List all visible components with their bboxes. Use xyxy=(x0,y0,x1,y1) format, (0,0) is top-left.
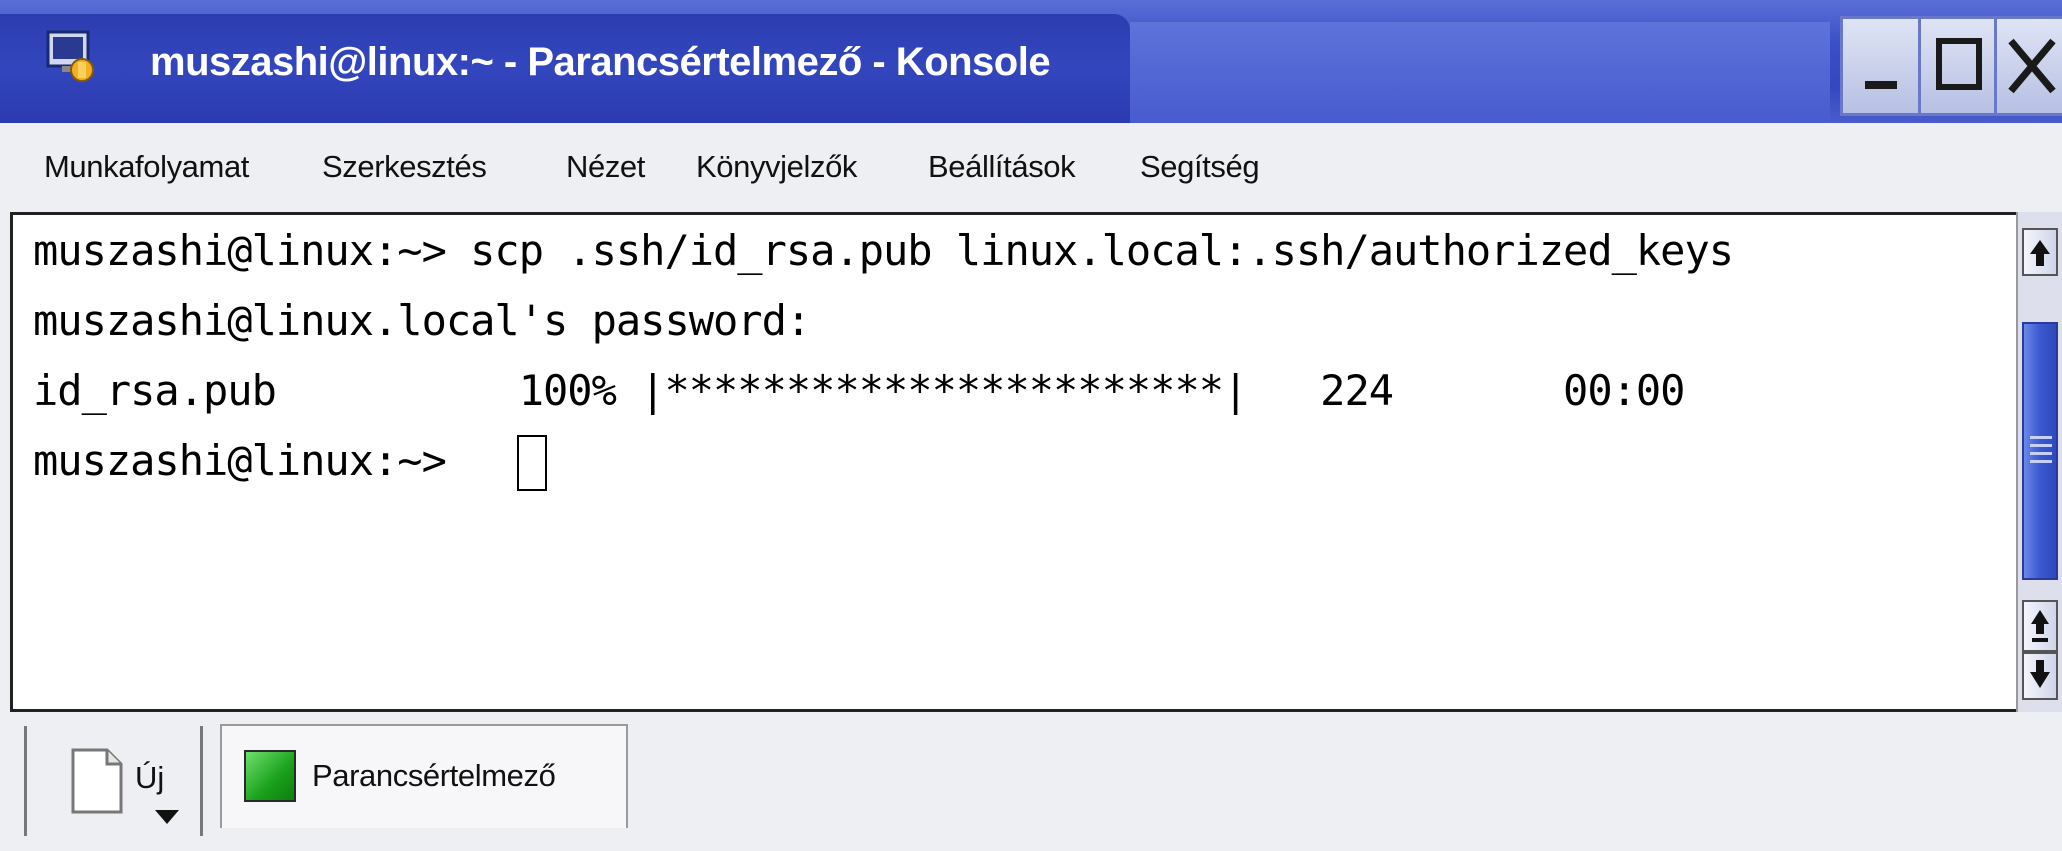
konsole-app-icon[interactable] xyxy=(42,28,98,84)
konsole-window: muszashi@linux:~ - Parancsértelmező - Ko… xyxy=(0,0,2062,851)
new-document-icon xyxy=(71,748,123,814)
scroll-up-small-button[interactable] xyxy=(2022,600,2058,652)
title-bar[interactable]: muszashi@linux:~ - Parancsértelmező - Ko… xyxy=(0,0,2062,123)
window-title: muszashi@linux:~ - Parancsértelmező - Ko… xyxy=(150,40,1051,84)
scroll-down-button[interactable] xyxy=(2022,652,2058,700)
arrow-down-icon xyxy=(2030,660,2050,688)
terminal-session-icon xyxy=(244,750,296,802)
new-session-label: Új xyxy=(135,760,165,795)
session-tab-bar: Új Parancsértelmező xyxy=(0,712,2062,851)
scroll-up-button[interactable] xyxy=(2022,228,2058,276)
new-session-button[interactable]: Új xyxy=(24,726,217,836)
scroll-grip-line xyxy=(2030,460,2052,463)
tab-parancsertelmezo[interactable]: Parancsértelmező xyxy=(220,724,628,828)
menu-bar: Munkafolyamat Szerkesztés Nézet Könyvjel… xyxy=(0,123,2062,209)
menu-nezet[interactable]: Nézet xyxy=(566,145,645,189)
title-bar-right-area xyxy=(1130,22,1830,123)
session-tab-label: Parancsértelmező xyxy=(312,758,556,793)
maximize-icon xyxy=(1936,38,1982,90)
menu-szerkesztes[interactable]: Szerkesztés xyxy=(322,145,487,189)
menu-beallitasok[interactable]: Beállítások xyxy=(928,145,1076,189)
maximize-button[interactable] xyxy=(1918,16,2000,116)
arrow-up-icon xyxy=(2030,240,2050,266)
close-icon xyxy=(2008,38,2056,94)
vertical-scrollbar[interactable] xyxy=(2016,212,2062,712)
terminal-line: id_rsa.pub 100% |***********************… xyxy=(33,366,1685,415)
menu-konyvjelzok[interactable]: Könyvjelzők xyxy=(696,145,857,189)
menu-munkafolyamat[interactable]: Munkafolyamat xyxy=(44,145,249,189)
close-button[interactable] xyxy=(1994,16,2062,116)
terminal-line: muszashi@linux.local's password: xyxy=(33,296,811,345)
dropdown-arrow-icon[interactable] xyxy=(153,806,181,826)
scroll-thumb[interactable] xyxy=(2022,322,2058,580)
terminal-line: muszashi@linux:~> scp .ssh/id_rsa.pub li… xyxy=(33,226,1734,275)
terminal-area[interactable]: muszashi@linux:~> scp .ssh/id_rsa.pub li… xyxy=(10,212,2022,712)
scroll-grip-line xyxy=(2030,444,2052,447)
minimize-icon xyxy=(1865,81,1897,89)
menu-segitseg[interactable]: Segítség xyxy=(1140,145,1260,189)
terminal-cursor xyxy=(517,435,547,491)
scroll-grip-line xyxy=(2030,452,2052,455)
minimize-button[interactable] xyxy=(1840,16,1922,116)
terminal-prompt-line: muszashi@linux:~> xyxy=(33,436,471,485)
scroll-grip-line xyxy=(2030,436,2052,439)
tab-divider xyxy=(200,726,203,836)
arrow-up-icon xyxy=(2031,610,2049,642)
